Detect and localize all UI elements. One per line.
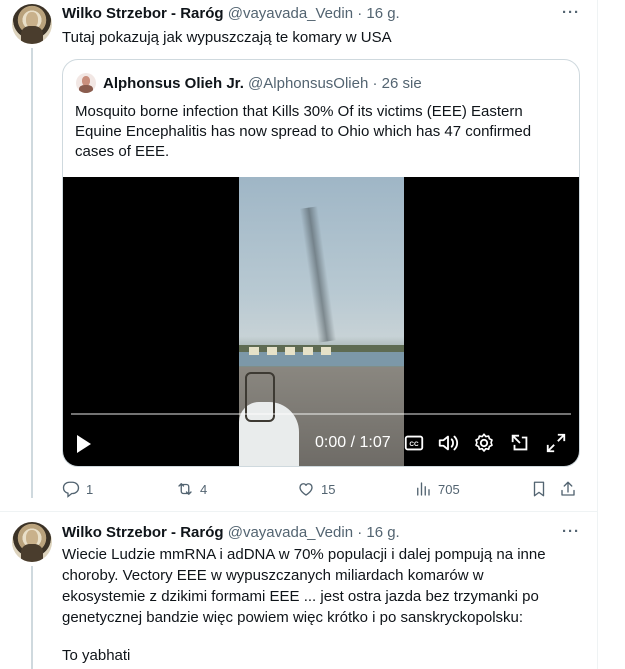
more-icon[interactable]: ··· bbox=[562, 4, 580, 21]
repost-button[interactable]: 4 bbox=[176, 478, 207, 500]
bookmark-icon bbox=[533, 481, 545, 497]
author-name[interactable]: Wilko Strzebor - Raróg bbox=[62, 524, 224, 541]
settings-gear-icon[interactable] bbox=[473, 432, 495, 454]
captions-icon[interactable]: CC bbox=[403, 432, 425, 454]
quote-author-name: Alphonsus Olieh Jr. bbox=[103, 75, 244, 92]
play-icon[interactable] bbox=[77, 435, 91, 453]
reply-button[interactable]: 1 bbox=[62, 478, 93, 500]
tweet-text-line: Wiecie Ludzie mmRNA i adDNA w 70% popula… bbox=[62, 546, 546, 563]
quote-text: Mosquito borne infection that Kills 30% … bbox=[75, 103, 532, 160]
quote-handle-time: @AlphonsusOlieh · 26 sie bbox=[248, 75, 422, 92]
tweet-text-line: To yabhati bbox=[62, 647, 131, 664]
tweet[interactable]: Wilko Strzebor - Raróg @vayavada_Vedin ·… bbox=[0, 512, 597, 669]
views-icon bbox=[417, 482, 430, 496]
bookmark-button[interactable] bbox=[530, 478, 548, 500]
author-name[interactable]: Wilko Strzebor - Raróg bbox=[62, 5, 224, 22]
avatar[interactable] bbox=[12, 4, 52, 44]
tweet-header: Wilko Strzebor - Raróg @vayavada_Vedin ·… bbox=[62, 4, 400, 24]
like-button[interactable]: 15 bbox=[297, 478, 335, 500]
video-frame bbox=[239, 177, 404, 466]
repost-count: 4 bbox=[200, 481, 208, 497]
tweet-text-line: ekosystemie z dzikimi formami EEE ... je… bbox=[62, 588, 539, 605]
avatar[interactable] bbox=[12, 522, 52, 562]
volume-icon[interactable] bbox=[437, 432, 459, 454]
like-icon bbox=[299, 483, 313, 496]
video-time: 0:00 / 1:07 bbox=[315, 434, 391, 451]
tweet[interactable]: Wilko Strzebor - Raróg @vayavada_Vedin ·… bbox=[0, 0, 597, 512]
svg-text:CC: CC bbox=[409, 441, 419, 448]
views-count: 705 bbox=[438, 481, 460, 497]
thread-line bbox=[31, 566, 33, 669]
timeline-border bbox=[597, 0, 598, 669]
quoted-tweet[interactable]: Alphonsus Olieh Jr. @AlphonsusOlieh · 26… bbox=[62, 59, 580, 467]
tweet-text: Tutaj pokazują jak wypuszczają te komary… bbox=[62, 29, 392, 46]
share-icon bbox=[561, 481, 575, 496]
tweet-text-line: genetycznej bandzie więc powiem więc kró… bbox=[62, 609, 524, 626]
repost-icon bbox=[178, 483, 192, 495]
share-button[interactable] bbox=[559, 478, 577, 500]
quote-avatar bbox=[76, 73, 96, 93]
views-button[interactable]: 705 bbox=[414, 478, 460, 500]
reply-icon bbox=[62, 481, 80, 498]
tweet-actions: 1 4 15 705 bbox=[62, 478, 582, 500]
video-player[interactable]: 0:00 / 1:07 CC bbox=[63, 177, 579, 466]
author-handle-time[interactable]: @vayavada_Vedin · 16 g. bbox=[228, 524, 400, 541]
video-progress-bar[interactable] bbox=[71, 413, 571, 415]
like-count: 15 bbox=[321, 481, 336, 497]
video-controls: 0:00 / 1:07 CC bbox=[63, 429, 579, 459]
quote-header: Alphonsus Olieh Jr. @AlphonsusOlieh · 26… bbox=[103, 74, 422, 94]
thread-line bbox=[31, 48, 33, 498]
more-icon[interactable]: ··· bbox=[562, 523, 580, 540]
author-handle-time[interactable]: @vayavada_Vedin · 16 g. bbox=[228, 5, 400, 22]
tweet-text-line: choroby. Vectory EEE w wypuszczanych mil… bbox=[62, 567, 484, 584]
reply-count: 1 bbox=[86, 481, 94, 497]
tweet-header: Wilko Strzebor - Raróg @vayavada_Vedin ·… bbox=[62, 523, 400, 543]
pop-out-icon[interactable] bbox=[509, 432, 531, 454]
fullscreen-icon[interactable] bbox=[545, 432, 567, 454]
